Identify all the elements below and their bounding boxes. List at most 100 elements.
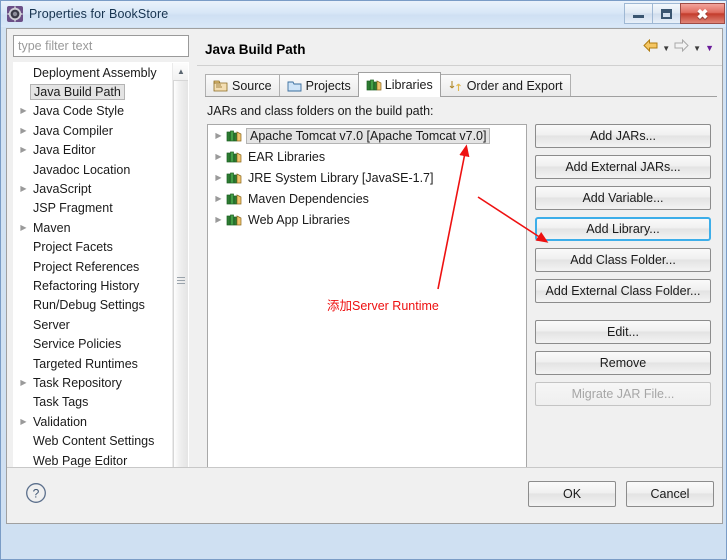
- sidebar-item-web-content-settings[interactable]: Web Content Settings: [14, 431, 174, 450]
- sidebar-item-label: Targeted Runtimes: [33, 356, 138, 371]
- page-title: Java Build Path: [205, 42, 306, 57]
- library-action-buttons: Add JARs... Add External JARs... Add Varia…: [535, 124, 713, 413]
- expand-chevron-right-icon[interactable]: ▶: [211, 131, 226, 140]
- tab-order-and-export[interactable]: Order and Export: [439, 74, 571, 97]
- sidebar-item-server[interactable]: Server: [14, 315, 174, 334]
- library-list-item[interactable]: ▶ JRE System Library [JavaSE-1.7]: [208, 167, 526, 188]
- sidebar-item-project-references[interactable]: Project References: [14, 257, 174, 276]
- expand-chevron-right-icon[interactable]: ▶: [16, 378, 31, 387]
- forward-arrow-icon[interactable]: [674, 38, 689, 57]
- add-class-folder-button[interactable]: Add Class Folder...: [535, 248, 711, 272]
- tab-label: Projects: [305, 79, 351, 93]
- library-label: Web App Libraries: [248, 212, 350, 227]
- sidebar-item-label: Run/Debug Settings: [33, 298, 145, 313]
- expand-chevron-right-icon[interactable]: ▶: [16, 107, 31, 115]
- expand-chevron-right-icon[interactable]: ▶: [16, 417, 31, 426]
- sidebar-item-java-compiler[interactable]: ▶ Java Compiler: [14, 121, 174, 140]
- scroll-up-button[interactable]: ▲: [173, 63, 188, 80]
- library-list-item[interactable]: ▶ Maven Dependencies: [208, 188, 526, 209]
- expand-chevron-right-icon[interactable]: ▶: [16, 146, 31, 154]
- library-label: Maven Dependencies: [248, 191, 369, 206]
- sidebar-item-label: Refactoring History: [33, 278, 140, 293]
- library-books-icon: [366, 78, 382, 92]
- add-external-class-folder-button[interactable]: Add External Class Folder...: [535, 279, 711, 303]
- expand-chevron-right-icon[interactable]: ▶: [211, 194, 226, 203]
- tab-label: Order and Export: [466, 79, 563, 93]
- library-label: JRE System Library [JavaSE-1.7]: [248, 170, 434, 185]
- sidebar-item-label: Server: [33, 317, 70, 332]
- tab-projects[interactable]: Projects: [278, 74, 359, 97]
- add-library-button[interactable]: Add Library...: [535, 217, 711, 241]
- sidebar-item-targeted-runtimes[interactable]: Targeted Runtimes: [14, 354, 174, 373]
- add-jars-button[interactable]: Add JARs...: [535, 124, 711, 148]
- sidebar-item-label: Web Content Settings: [33, 434, 155, 449]
- ok-button[interactable]: OK: [528, 481, 616, 507]
- expand-chevron-right-icon[interactable]: ▶: [16, 223, 31, 232]
- sidebar-item-project-facets[interactable]: Project Facets: [14, 238, 174, 257]
- expand-chevron-right-icon[interactable]: ▶: [211, 152, 226, 161]
- help-icon[interactable]: ?: [25, 482, 47, 504]
- sidebar-item-maven[interactable]: ▶ Maven: [14, 218, 174, 237]
- back-arrow-icon[interactable]: [643, 38, 658, 57]
- settings-sidebar: type filter text Deployment Assembly Java…: [7, 29, 195, 502]
- window-title: Properties for BookStore: [29, 7, 169, 21]
- sidebar-item-java-code-style[interactable]: ▶ Java Code Style: [14, 102, 174, 121]
- sidebar-item-label: Maven: [33, 220, 71, 235]
- cancel-button[interactable]: Cancel: [626, 481, 714, 507]
- maximize-icon: [661, 8, 672, 19]
- sidebar-item-java-build-path[interactable]: Java Build Path: [14, 82, 174, 101]
- forward-history-chevron-down-icon[interactable]: ▼: [693, 44, 701, 53]
- migrate-jar-file-button: Migrate JAR File...: [535, 382, 711, 406]
- filter-input[interactable]: type filter text: [13, 35, 189, 57]
- sidebar-item-label: Java Editor: [33, 143, 96, 158]
- sidebar-item-deployment-assembly[interactable]: Deployment Assembly: [14, 63, 174, 82]
- expand-chevron-right-icon[interactable]: ▶: [16, 126, 31, 135]
- library-list-item[interactable]: ▶ Web App Libraries: [208, 209, 526, 230]
- sidebar-item-label: Validation: [33, 414, 87, 429]
- scroll-thumb-vertical[interactable]: [173, 80, 188, 480]
- sidebar-item-label: Project References: [33, 259, 140, 274]
- add-variable-button[interactable]: Add Variable...: [535, 186, 711, 210]
- sidebar-item-run-debug-settings[interactable]: Run/Debug Settings: [14, 296, 174, 315]
- dialog-body: type filter text Deployment Assembly Java…: [6, 28, 723, 524]
- sidebar-item-javadoc-location[interactable]: Javadoc Location: [14, 160, 174, 179]
- settings-tree-items: Deployment Assembly Java Build Path ▶ Java …: [14, 63, 174, 488]
- expand-chevron-right-icon[interactable]: ▶: [211, 215, 226, 224]
- library-list-item[interactable]: ▶ EAR Libraries: [208, 146, 526, 167]
- sidebar-item-refactoring-history[interactable]: Refactoring History: [14, 276, 174, 295]
- minimize-button[interactable]: [624, 3, 653, 24]
- sidebar-item-task-repository[interactable]: ▶ Task Repository: [14, 373, 174, 392]
- view-menu-chevron-down-icon[interactable]: ▼: [705, 43, 714, 53]
- sidebar-vertical-scrollbar[interactable]: ▲ ▼: [172, 63, 188, 488]
- remove-button[interactable]: Remove: [535, 351, 711, 375]
- tab-source[interactable]: Source: [205, 74, 280, 97]
- sidebar-item-service-policies[interactable]: Service Policies: [14, 334, 174, 353]
- expand-chevron-right-icon[interactable]: ▶: [211, 173, 226, 182]
- tab-label: Libraries: [384, 78, 433, 92]
- close-button[interactable]: ✖: [680, 3, 725, 24]
- expand-chevron-right-icon[interactable]: ▶: [16, 185, 31, 193]
- add-external-jars-button[interactable]: Add External JARs...: [535, 155, 711, 179]
- title-bar: Properties for BookStore ✖: [1, 1, 726, 27]
- maximize-button[interactable]: [652, 3, 681, 24]
- sidebar-item-validation[interactable]: ▶ Validation: [14, 412, 174, 431]
- sidebar-item-jsp-fragment[interactable]: JSP Fragment: [14, 199, 174, 218]
- tab-libraries[interactable]: Libraries: [357, 72, 441, 97]
- sidebar-item-javascript[interactable]: ▶ JavaScript: [14, 179, 174, 198]
- library-books-icon: [226, 129, 242, 143]
- sidebar-item-label: Java Code Style: [33, 104, 125, 119]
- sidebar-item-java-editor[interactable]: ▶ Java Editor: [14, 141, 174, 160]
- grip-icon: [177, 275, 185, 286]
- library-label: Apache Tomcat v7.0 [Apache Tomcat v7.0]: [246, 127, 491, 144]
- sidebar-item-task-tags[interactable]: Task Tags: [14, 393, 174, 412]
- library-list-item[interactable]: ▶ Apache Tomcat v7.0 [Apache Tomcat v7.0]: [208, 125, 526, 146]
- library-books-icon: [226, 150, 242, 164]
- minimize-icon: [633, 15, 644, 18]
- title-separator: [197, 65, 722, 66]
- settings-page: Java Build Path ▼ ▼ ▼ Source Projects Libr: [197, 29, 722, 497]
- sidebar-item-label: Service Policies: [33, 337, 122, 352]
- sidebar-item-label: Task Tags: [33, 395, 89, 410]
- edit-button[interactable]: Edit...: [535, 320, 711, 344]
- back-history-chevron-down-icon[interactable]: ▼: [662, 44, 670, 53]
- source-folder-icon: [213, 79, 228, 93]
